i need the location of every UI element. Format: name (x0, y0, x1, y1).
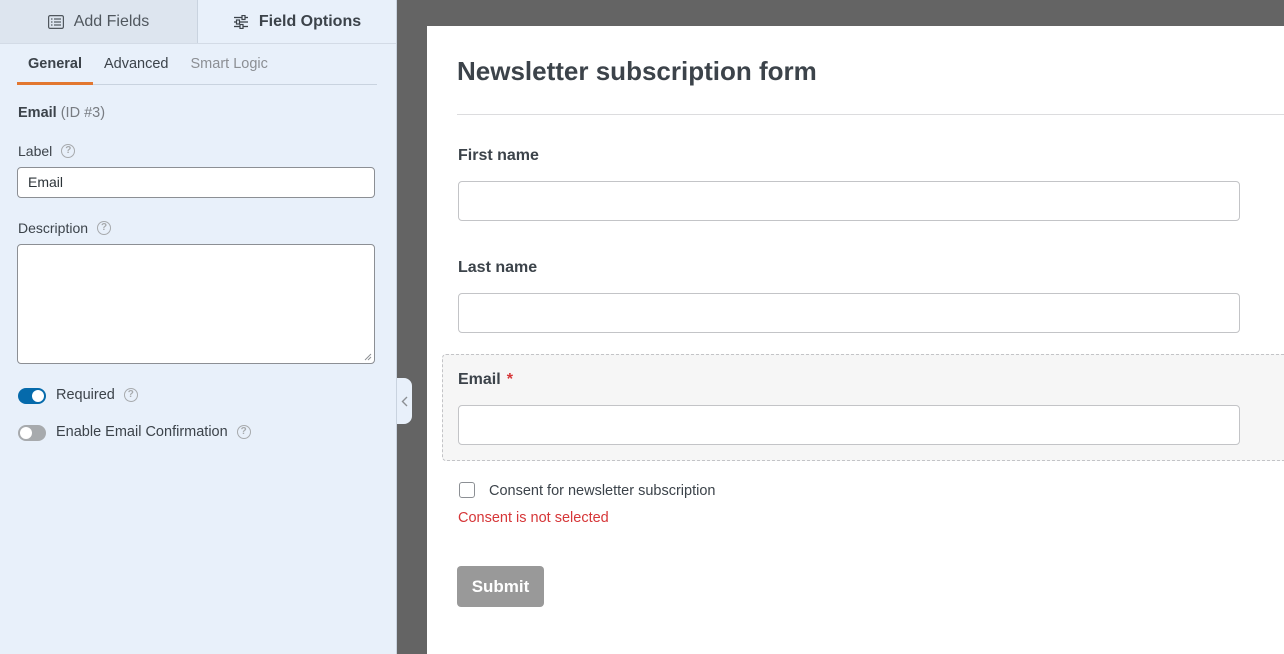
options-subtabs: General Advanced Smart Logic (17, 44, 377, 85)
form-title: Newsletter subscription form (457, 56, 817, 86)
required-label-text: Required (56, 387, 115, 403)
chevron-left-icon (401, 396, 408, 406)
help-icon[interactable]: ? (97, 221, 112, 235)
email-confirmation-toggle[interactable] (18, 425, 46, 441)
first-name-label: First name (458, 147, 539, 164)
title-divider (457, 114, 1284, 115)
consent-error-message: Consent is not selected (458, 510, 609, 526)
description-textarea[interactable] (17, 244, 375, 364)
resize-handle-icon[interactable] (364, 353, 372, 361)
list-icon (47, 14, 64, 29)
description-caption: Description ? (18, 220, 112, 236)
email-label: Email * (458, 371, 513, 389)
help-icon[interactable]: ? (123, 388, 138, 402)
tab-field-options[interactable]: Field Options (198, 0, 396, 43)
tab-add-fields[interactable]: Add Fields (0, 0, 198, 43)
field-heading-name: Email (18, 105, 57, 121)
consent-checkbox[interactable] (459, 482, 475, 498)
toggle-knob (20, 427, 32, 439)
email-confirmation-label: Enable Email Confirmation ? (56, 424, 251, 440)
field-heading-id: (ID #3) (60, 105, 106, 121)
required-toggle[interactable] (18, 388, 46, 404)
label-input[interactable]: Email (17, 167, 375, 198)
label-caption: Label ? (18, 143, 76, 159)
description-caption-text: Description (18, 220, 89, 236)
last-name-label: Last name (458, 259, 538, 276)
submit-button[interactable]: Submit (457, 566, 544, 607)
help-icon[interactable]: ? (236, 425, 251, 439)
label-caption-text: Label (18, 143, 53, 159)
email-input[interactable] (458, 405, 1240, 445)
collapse-panel-button[interactable] (397, 378, 412, 424)
last-name-input[interactable] (458, 293, 1240, 333)
required-asterisk: * (506, 371, 513, 388)
form-preview: Newsletter subscription form First name … (427, 26, 1284, 654)
panel-tabs: Add Fields Field Options (0, 0, 396, 44)
first-name-input[interactable] (458, 181, 1240, 221)
subtab-smart-logic[interactable]: Smart Logic (180, 44, 279, 85)
tab-field-options-label: Field Options (258, 12, 362, 30)
subtab-general[interactable]: General (17, 44, 93, 85)
help-icon[interactable]: ? (61, 144, 76, 158)
toggle-knob (32, 390, 44, 402)
subtab-advanced[interactable]: Advanced (93, 44, 180, 85)
email-confirmation-label-text: Enable Email Confirmation (56, 424, 228, 440)
consent-label[interactable]: Consent for newsletter subscription (489, 483, 715, 499)
tab-add-fields-label: Add Fields (73, 12, 150, 30)
field-options-panel: Add Fields Field Options General Advance… (0, 0, 397, 654)
required-label: Required ? (56, 387, 138, 403)
field-heading: Email (ID #3) (18, 105, 105, 121)
email-label-text: Email (458, 371, 501, 388)
sliders-icon (233, 14, 248, 29)
